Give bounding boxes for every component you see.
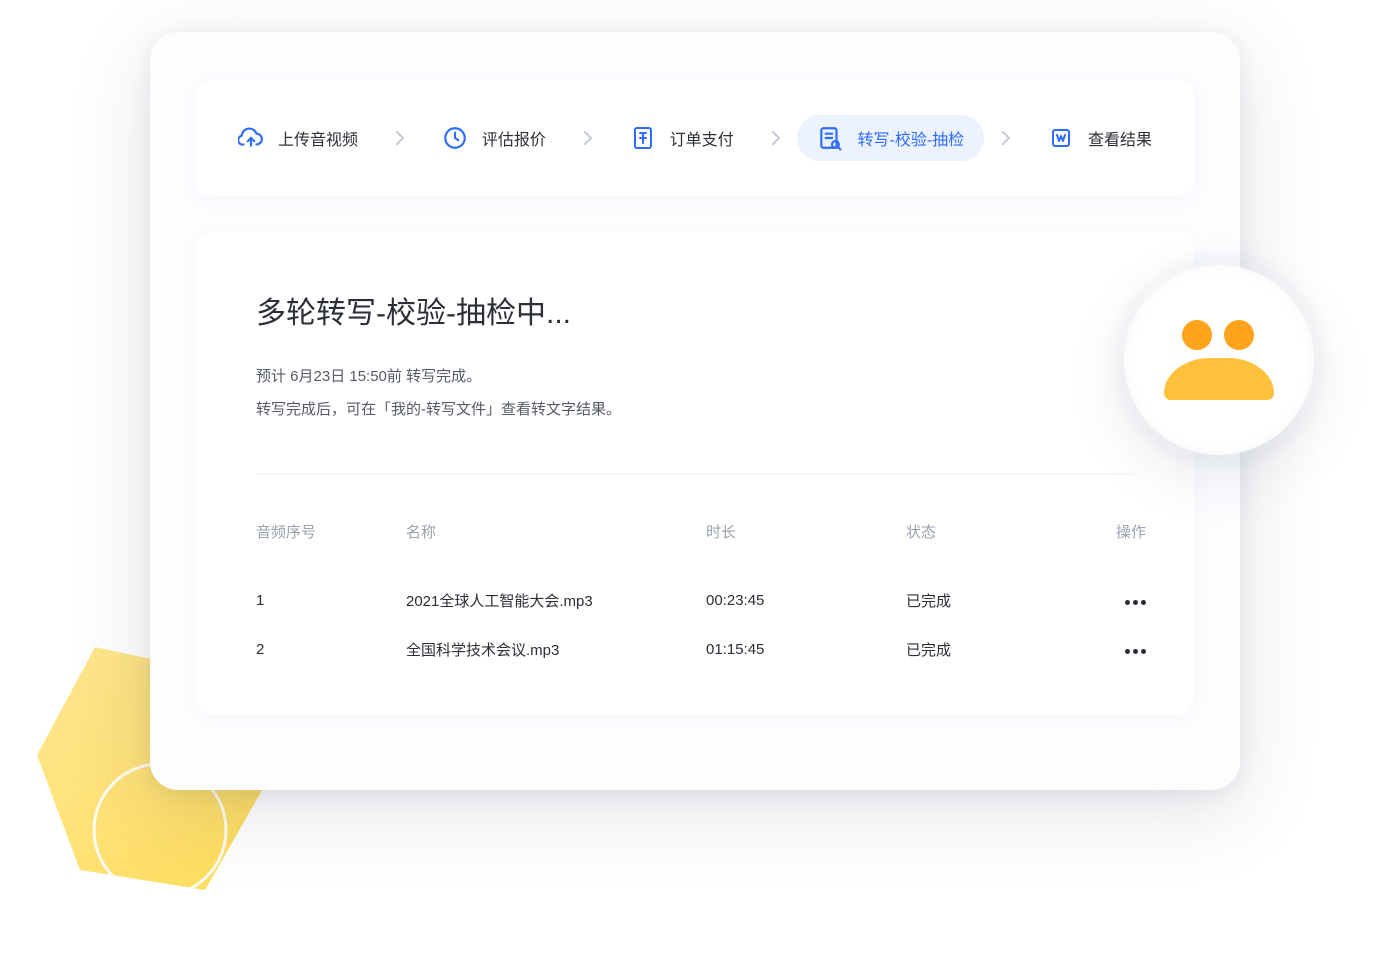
step-label: 转写-校验-抽检 [857,126,964,150]
step-result[interactable]: 查看结果 [1028,115,1172,161]
cell-state: 已完成 [906,639,1066,660]
chevron-right-icon [771,130,781,146]
step-label: 评估报价 [482,126,546,150]
step-transcribe-verify[interactable]: 转写-校验-抽检 [797,115,984,161]
chevron-right-icon [1001,130,1011,146]
step-quote[interactable]: 评估报价 [422,115,566,161]
cell-action [1066,641,1146,658]
chevron-right-icon [583,130,593,146]
status-heading: 多轮转写-校验-抽检中... [256,288,1134,332]
more-icon[interactable] [1125,649,1146,654]
cell-action [1066,592,1146,609]
content-panel: 多轮转写-校验-抽检中... 预计 6月23日 15:50前 转写完成。 转写完… [196,232,1194,714]
step-label: 上传音视频 [278,126,358,150]
col-state-header: 状态 [906,521,1066,542]
step-label: 查看结果 [1088,126,1152,150]
progress-steps-bar: 上传音视频 评估报价 订单支付 转写-校验-抽检 [196,80,1194,196]
word-doc-icon [1048,125,1074,151]
audio-table: 音频序号 名称 时长 状态 操作 1 2021全球人工智能大会.mp3 00:2… [256,521,1134,674]
step-upload[interactable]: 上传音视频 [218,115,378,161]
col-name-header: 名称 [406,521,706,542]
team-avatar-badge [1124,265,1314,455]
table-row: 2 全国科学技术会议.mp3 01:15:45 已完成 [256,625,1134,674]
cell-seq: 1 [256,592,406,609]
receipt-icon [630,125,656,151]
col-duration-header: 时长 [706,521,906,542]
cell-duration: 00:23:45 [706,592,906,609]
col-action-header: 操作 [1066,521,1146,542]
cell-duration: 01:15:45 [706,641,906,658]
more-icon[interactable] [1125,600,1146,605]
divider [256,474,1134,475]
table-row: 1 2021全球人工智能大会.mp3 00:23:45 已完成 [256,576,1134,625]
cell-name: 2021全球人工智能大会.mp3 [406,590,706,611]
people-icon [1164,320,1274,400]
status-hint-text: 转写完成后，可在「我的-转写文件」查看转文字结果。 [256,393,1134,426]
cell-name: 全国科学技术会议.mp3 [406,639,706,660]
cell-seq: 2 [256,641,406,658]
step-payment[interactable]: 订单支付 [610,115,754,161]
col-seq-header: 音频序号 [256,521,406,542]
step-label: 订单支付 [670,126,734,150]
doc-check-icon [817,125,843,151]
cell-state: 已完成 [906,590,1066,611]
main-panel: 上传音视频 评估报价 订单支付 转写-校验-抽检 [150,32,1240,790]
clock-icon [442,125,468,151]
table-header-row: 音频序号 名称 时长 状态 操作 [256,521,1134,542]
status-eta-text: 预计 6月23日 15:50前 转写完成。 [256,360,1134,393]
chevron-right-icon [395,130,405,146]
cloud-upload-icon [238,125,264,151]
